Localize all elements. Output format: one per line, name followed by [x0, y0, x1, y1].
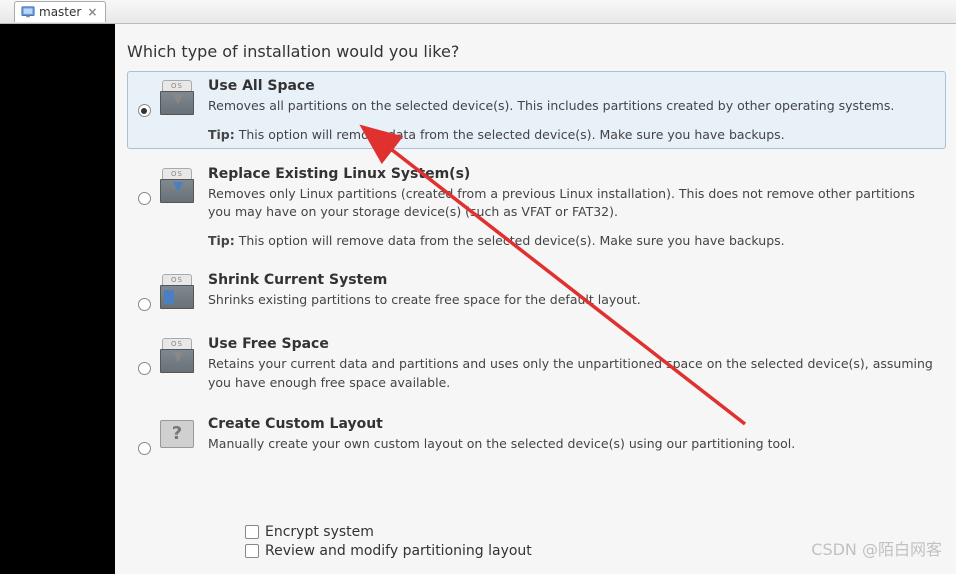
- left-black-panel: [0, 24, 115, 574]
- checkbox-review-label: Review and modify partitioning layout: [265, 543, 532, 559]
- checkbox-encrypt-row[interactable]: Encrypt system: [245, 524, 532, 540]
- option-desc: Shrinks existing partitions to create fr…: [208, 291, 937, 309]
- checkbox-encrypt-label: Encrypt system: [265, 524, 374, 540]
- option-tip: Tip: This option will remove data from t…: [208, 233, 937, 248]
- radio-use-all-space[interactable]: [138, 104, 151, 117]
- option-title: Use Free Space: [208, 336, 937, 352]
- installer-content: Which type of installation would you lik…: [115, 24, 956, 574]
- radio-replace-linux[interactable]: [138, 192, 151, 205]
- option-tip: Tip: This option will remove data from t…: [208, 127, 937, 142]
- checkbox-group: Encrypt system Review and modify partiti…: [245, 524, 532, 562]
- monitor-icon: [21, 5, 35, 19]
- option-shrink[interactable]: OS Shrink Current System Shrinks existin…: [127, 265, 946, 319]
- option-icon: OS: [160, 272, 200, 312]
- checkbox-review-row[interactable]: Review and modify partitioning layout: [245, 543, 532, 559]
- prompt-text: Which type of installation would you lik…: [127, 42, 946, 61]
- option-replace-linux[interactable]: OS Replace Existing Linux System(s) Remo…: [127, 159, 946, 255]
- option-title: Use All Space: [208, 78, 937, 94]
- option-desc: Manually create your own custom layout o…: [208, 435, 937, 453]
- option-desc: Removes only Linux partitions (created f…: [208, 185, 937, 221]
- option-icon: OS: [160, 166, 200, 206]
- option-use-all-space[interactable]: OS Use All Space Removes all partitions …: [127, 71, 946, 149]
- option-free-space[interactable]: OS Use Free Space Retains your current d…: [127, 329, 946, 398]
- option-icon: ?: [160, 416, 200, 448]
- option-icon: OS: [160, 336, 200, 376]
- tab-bar: master ×: [0, 0, 956, 24]
- option-title: Create Custom Layout: [208, 416, 937, 432]
- question-icon: ?: [160, 420, 194, 448]
- radio-shrink[interactable]: [138, 298, 151, 311]
- tab-master[interactable]: master ×: [14, 1, 106, 22]
- radio-custom-layout[interactable]: [138, 442, 151, 455]
- tab-label: master: [39, 5, 81, 19]
- tab-close-icon[interactable]: ×: [85, 5, 99, 19]
- watermark: CSDN @陌白网客: [811, 536, 942, 560]
- option-custom-layout[interactable]: ? Create Custom Layout Manually create y…: [127, 409, 946, 462]
- checkbox-review[interactable]: [245, 544, 259, 558]
- option-desc: Retains your current data and partitions…: [208, 355, 937, 391]
- option-icon: OS: [160, 78, 200, 118]
- option-title: Replace Existing Linux System(s): [208, 166, 937, 182]
- option-title: Shrink Current System: [208, 272, 937, 288]
- checkbox-encrypt[interactable]: [245, 525, 259, 539]
- install-options: OS Use All Space Removes all partitions …: [127, 71, 946, 462]
- option-desc: Removes all partitions on the selected d…: [208, 97, 937, 115]
- radio-free-space[interactable]: [138, 362, 151, 375]
